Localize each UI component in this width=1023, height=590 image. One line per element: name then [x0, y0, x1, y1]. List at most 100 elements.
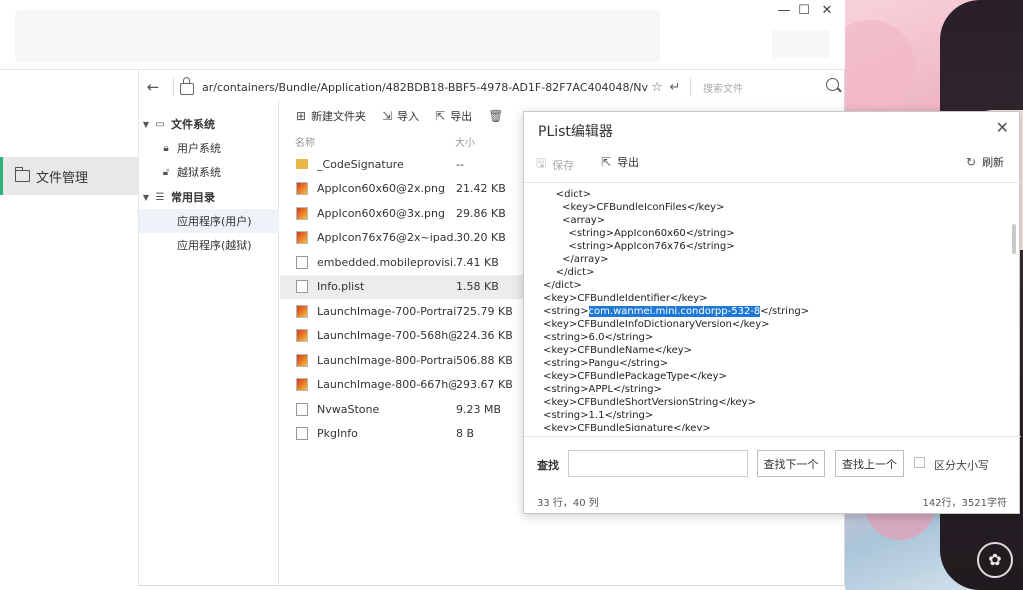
file-row[interactable]: _CodeSignature --	[280, 152, 525, 177]
image-file-icon	[296, 182, 308, 196]
tree-item-user-system[interactable]: 🔒︎ 用户系统	[139, 136, 279, 160]
tree-item-filesystem[interactable]: ▼ ▭ 文件系统	[139, 112, 279, 136]
code-line: <key>CFBundleShortVersionString</key>	[524, 396, 1010, 409]
star-icon[interactable]: ☆	[648, 80, 666, 95]
refresh-icon: ↻	[966, 155, 977, 169]
back-arrow-icon[interactable]: ←	[139, 78, 167, 96]
search-input[interactable]: 搜索文件	[703, 80, 823, 95]
file-name: AppIcon60x60@2x.png	[317, 182, 445, 196]
code-text: </string>	[760, 306, 810, 317]
enter-icon[interactable]: ↵	[666, 80, 684, 95]
file-size: 21.42 KB	[456, 182, 506, 196]
refresh-button[interactable]: ↻ 刷新	[966, 154, 1004, 170]
document-summary-status: 142行，3521字符	[922, 498, 1007, 509]
document-icon	[296, 402, 308, 416]
file-row[interactable]: Info.plist 1.58 KB	[280, 274, 525, 299]
minimize-button[interactable]: —	[773, 2, 795, 20]
selected-text[interactable]: com.wanmei.mini.condorpp-532-8	[588, 306, 761, 317]
address-bar: ← ar/containers/Bundle/Application/482BD…	[139, 72, 845, 102]
button-label: 导入	[397, 110, 420, 123]
code-text: <dict>	[524, 189, 592, 200]
code-text: <key>CFBundleShortVersionString</key>	[524, 397, 756, 408]
file-row[interactable]: PkgInfo 8 B	[280, 422, 525, 447]
caret-down-icon[interactable]: ▼	[139, 193, 153, 202]
file-row[interactable]: embedded.mobileprovisi... 7.41 KB	[280, 250, 525, 275]
code-text: <array>	[524, 215, 606, 226]
scrollbar-thumb[interactable]	[1012, 224, 1016, 254]
code-text: </array>	[524, 254, 609, 265]
code-text: </dict>	[524, 280, 582, 291]
image-file-icon	[296, 304, 308, 318]
code-line: <key>CFBundlePackageType</key>	[524, 370, 1010, 383]
delete-button[interactable]: 🗑︎	[488, 109, 508, 123]
plist-code-editor[interactable]: <dict> <key>CFBundleIconFiles</key> <arr…	[524, 184, 1010, 431]
file-name: PkgInfo	[317, 427, 358, 441]
image-file-icon	[296, 329, 308, 343]
column-size-header[interactable]: 大小	[455, 134, 475, 149]
import-button[interactable]: ⇲ 导入	[382, 108, 419, 124]
save-button[interactable]: 🖫︎ 保存	[536, 154, 574, 175]
tree-item-apps-user[interactable]: 应用程序(用户)	[139, 209, 279, 233]
code-line: <string>com.wanmei.mini.condorpp-532-8</…	[524, 305, 1010, 318]
tree-item-jailbreak-system[interactable]: 🔓︎ 越狱系统	[139, 160, 279, 184]
file-name: AppIcon76x76@2x~ipad....	[317, 231, 456, 245]
code-text: <string>APPL</string>	[524, 384, 662, 395]
nav-item-file-manager[interactable]: 文件管理	[0, 157, 139, 195]
lock-icon: 🔒︎	[163, 142, 169, 154]
close-button[interactable]: ✕	[816, 2, 838, 20]
tree-label: 常用目录	[171, 191, 215, 204]
file-row[interactable]: LaunchImage-800-667h@... 293.67 KB	[280, 373, 525, 398]
unlock-icon: 🔓︎	[162, 166, 170, 178]
code-line: <key>CFBundleIdentifier</key>	[524, 292, 1010, 305]
file-size: 7.41 KB	[456, 255, 499, 269]
find-input[interactable]	[568, 450, 748, 477]
image-file-icon	[296, 231, 308, 245]
file-name: NvwaStone	[317, 402, 380, 416]
code-text: <key>CFBundleInfoDictionaryVersion</key>	[524, 319, 770, 330]
code-line: <string>1.1</string>	[524, 409, 1010, 422]
close-icon[interactable]: ✕	[996, 118, 1009, 137]
tree-item-apps-jailbreak[interactable]: 应用程序(越狱)	[139, 233, 279, 257]
document-icon	[296, 280, 308, 294]
case-sensitive-checkbox[interactable]	[914, 457, 925, 468]
title-bar: — ☐ ✕	[0, 0, 845, 70]
new-folder-button[interactable]: ⊞ 新建文件夹	[296, 108, 366, 124]
watermark-icon: ✿	[977, 542, 1013, 578]
export-button[interactable]: ⇱ 导出	[601, 154, 639, 170]
list-icon: ☰	[155, 191, 165, 203]
path-text[interactable]: ar/containers/Bundle/Application/482BDB1…	[202, 81, 648, 94]
file-row[interactable]: AppIcon76x76@2x~ipad.... 30.20 KB	[280, 226, 525, 251]
file-name: LaunchImage-800-Portrai...	[317, 353, 456, 367]
export-button[interactable]: ⇱ 导出	[435, 108, 472, 124]
import-icon: ⇲	[382, 109, 393, 123]
tree-item-common-dirs[interactable]: ▼ ☰ 常用目录	[139, 185, 279, 209]
file-size: 9.23 MB	[456, 402, 502, 416]
code-text: <string>AppIcon60x60</string>	[524, 228, 735, 239]
code-line: <string>APPL</string>	[524, 383, 1010, 396]
file-row[interactable]: NvwaStone 9.23 MB	[280, 397, 525, 422]
folder-icon	[14, 167, 30, 182]
button-label: 保存	[552, 158, 575, 172]
search-icon[interactable]	[826, 78, 839, 91]
file-row[interactable]: AppIcon60x60@3x.png 29.86 KB	[280, 201, 525, 226]
code-line: </dict>	[524, 279, 1010, 292]
find-prev-button[interactable]: 查找上一个	[835, 450, 904, 477]
file-toolbar: ⊞ 新建文件夹 ⇲ 导入 ⇱ 导出 🗑︎	[280, 104, 525, 128]
trash-icon: 🗑︎	[488, 109, 504, 123]
tree-label: 越狱系统	[177, 166, 221, 179]
file-row[interactable]: LaunchImage-800-Portrai... 506.88 KB	[280, 348, 525, 373]
file-row[interactable]: AppIcon60x60@2x.png 21.42 KB	[280, 177, 525, 202]
code-line: <string>6.0</string>	[524, 331, 1010, 344]
caret-down-icon[interactable]: ▼	[139, 120, 153, 129]
maximize-button[interactable]: ☐	[793, 2, 815, 20]
file-list-header: 名称 大小	[280, 130, 525, 152]
tree-label: 用户系统	[177, 142, 221, 155]
column-name-header[interactable]: 名称	[295, 134, 455, 149]
button-label: 导出	[450, 110, 473, 123]
file-row[interactable]: LaunchImage-700-568h@... 224.36 KB	[280, 324, 525, 349]
file-size: 8 B	[456, 427, 475, 441]
file-size: 293.67 KB	[456, 378, 513, 392]
file-row[interactable]: LaunchImage-700-Portrai... 725.79 KB	[280, 299, 525, 324]
file-size: 725.79 KB	[456, 304, 513, 318]
find-next-button[interactable]: 查找下一个	[757, 450, 825, 477]
